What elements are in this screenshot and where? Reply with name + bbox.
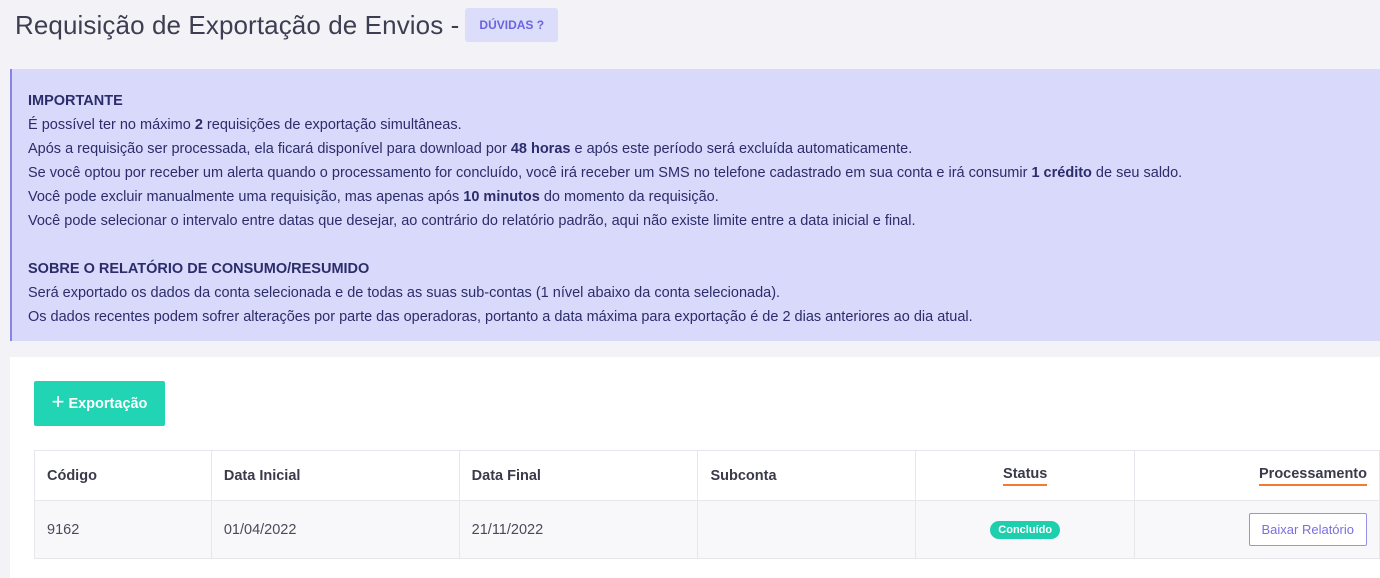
exports-card: + Exportação Código Data Inicial Data Fi… [10,357,1380,578]
new-export-button[interactable]: + Exportação [34,381,165,426]
notice-emphasis: 48 horas [510,141,571,157]
notice-emphasis: 1 crédito [1031,165,1092,181]
notice-text: Após a requisição ser processada, ela fi… [28,141,511,157]
notice-text: Você pode excluir manualmente uma requis… [28,189,464,205]
notice-line-3: Se você optou por receber um alerta quan… [28,161,1364,185]
notice-text: requisições de exportação simultâneas. [202,117,462,133]
notice-text: do momento da requisição. [539,189,719,205]
help-button[interactable]: DÚVIDAS ? [465,8,559,42]
table-header-row: Código Data Inicial Data Final Subconta … [34,450,1380,501]
cell-processing: Baixar Relatório [1134,500,1380,559]
column-header-start-date[interactable]: Data Inicial [210,450,460,501]
column-header-processing[interactable]: Processamento [1134,450,1380,501]
notice-line-5: Você pode selecionar o intervalo entre d… [28,213,916,229]
cell-code: 9162 [34,500,212,559]
status-badge: Concluído [990,520,1061,539]
cell-status: Concluído [915,500,1136,559]
info-notice: IMPORTANTE É possível ter no máximo 2 re… [10,69,1380,341]
notice-line-6: Será exportado os dados da conta selecio… [28,285,781,301]
notice-line-2: Após a requisição ser processada, ela fi… [28,137,1364,161]
column-header-subaccount[interactable]: Subconta [697,450,917,501]
column-header-code[interactable]: Código [34,450,212,501]
cell-start-date: 01/04/2022 [210,500,460,559]
notice-spacer [28,233,1364,257]
download-report-button[interactable]: Baixar Relatório [1248,513,1367,546]
consumption-heading: SOBRE O RELATÓRIO DE CONSUMO/RESUMIDO [28,261,370,277]
column-header-status[interactable]: Status [915,450,1136,501]
page-title: Requisição de Exportação de Envios - [15,9,460,40]
notice-text: de seu saldo. [1091,165,1183,181]
notice-text: Se você optou por receber um alerta quan… [28,165,1032,181]
cell-subaccount [697,500,917,559]
notice-line-4: Você pode excluir manualmente uma requis… [28,185,1364,209]
exports-table: Código Data Inicial Data Final Subconta … [34,450,1380,559]
notice-line-1: É possível ter no máximo 2 requisições d… [28,113,1364,137]
notice-text: É possível ter no máximo [28,117,195,133]
cell-end-date: 21/11/2022 [458,500,699,559]
column-header-end-date[interactable]: Data Final [458,450,699,501]
plus-icon: + [51,389,65,414]
new-export-label: Exportação [68,395,148,412]
page-header: Requisição de Exportação de Envios - DÚV… [15,8,559,42]
processing-header-label: Processamento [1259,466,1367,486]
notice-emphasis: 2 [194,117,203,133]
notice-emphasis: 10 minutos [463,189,540,205]
status-header-label: Status [1003,466,1048,486]
table-row: 9162 01/04/2022 21/11/2022 Concluído Bai… [34,500,1380,559]
notice-text: e após este período será excluída automa… [570,141,913,157]
important-heading: IMPORTANTE [28,93,123,109]
notice-line-7: Os dados recentes podem sofrer alteraçõe… [28,309,973,325]
